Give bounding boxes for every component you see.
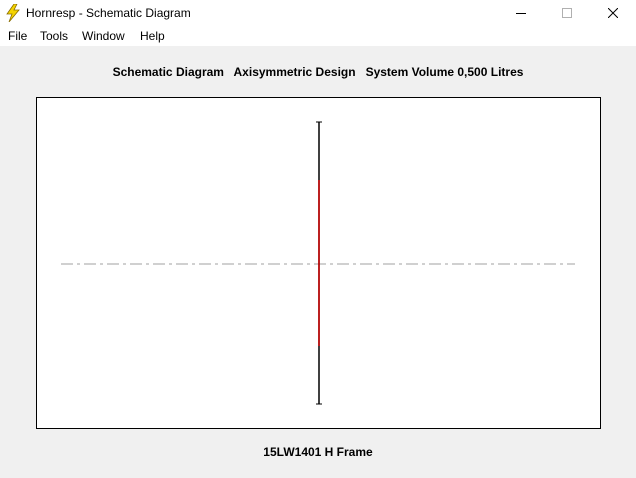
schematic-drawing	[61, 121, 575, 405]
driver-name: 15LW1401 H Frame	[263, 445, 373, 459]
minimize-icon	[516, 13, 526, 14]
maximize-button[interactable]	[544, 0, 590, 26]
menu-tools[interactable]: Tools	[40, 29, 68, 43]
minimize-button[interactable]	[498, 0, 544, 26]
window-title: Hornresp - Schematic Diagram	[26, 6, 191, 20]
menu-help[interactable]: Help	[140, 29, 165, 43]
diagram-header: Schematic Diagram Axisymmetric Design Sy…	[112, 65, 524, 79]
schematic-diagram-canvas	[36, 97, 601, 429]
menu-bar: File Tools Window Help	[0, 26, 636, 46]
title-bar[interactable]: Hornresp - Schematic Diagram	[0, 0, 636, 26]
close-button[interactable]	[590, 0, 636, 26]
menu-window[interactable]: Window	[82, 29, 125, 43]
lightning-bolt-icon	[6, 4, 20, 22]
close-icon	[608, 8, 618, 18]
maximize-icon	[562, 8, 572, 18]
hornresp-window: Hornresp - Schematic Diagram File Tools …	[0, 0, 636, 478]
menu-file[interactable]: File	[8, 29, 27, 43]
